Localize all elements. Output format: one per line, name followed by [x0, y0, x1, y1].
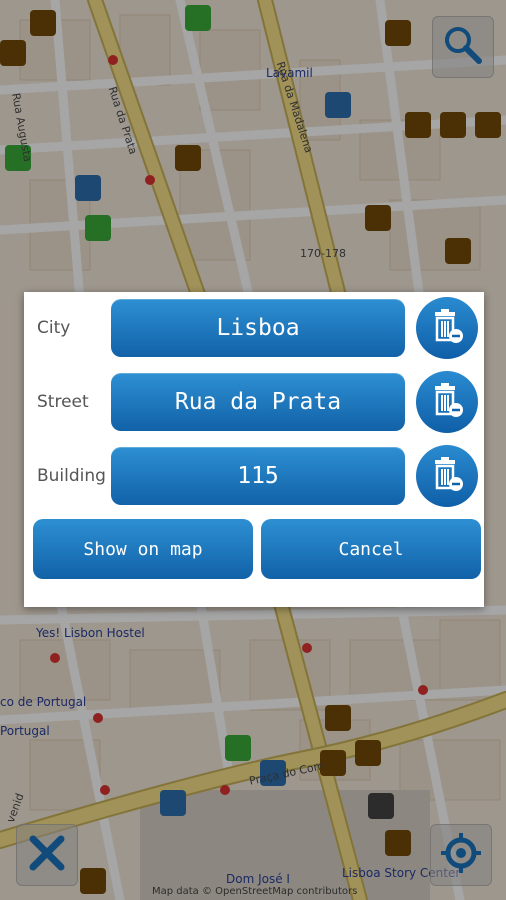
street-label: Street	[37, 392, 89, 412]
clear-city-button[interactable]	[416, 297, 478, 359]
city-row: City Lisboa	[24, 297, 484, 359]
building-value-button[interactable]: 115	[111, 447, 405, 505]
street-row: Street Rua da Prata	[24, 371, 484, 433]
trash-icon	[427, 306, 467, 350]
city-label: City	[37, 318, 71, 338]
trash-icon	[427, 454, 467, 498]
city-value-button[interactable]: Lisboa	[111, 299, 405, 357]
clear-building-button[interactable]	[416, 445, 478, 507]
trash-icon	[427, 380, 467, 424]
address-search-dialog: City Lisboa Street Rua da Prata Building…	[24, 292, 484, 607]
show-on-map-button[interactable]: Show on map	[33, 519, 253, 579]
building-label: Building	[37, 466, 106, 486]
clear-street-button[interactable]	[416, 371, 478, 433]
street-value-button[interactable]: Rua da Prata	[111, 373, 405, 431]
building-row: Building 115	[24, 445, 484, 507]
cancel-button[interactable]: Cancel	[261, 519, 481, 579]
